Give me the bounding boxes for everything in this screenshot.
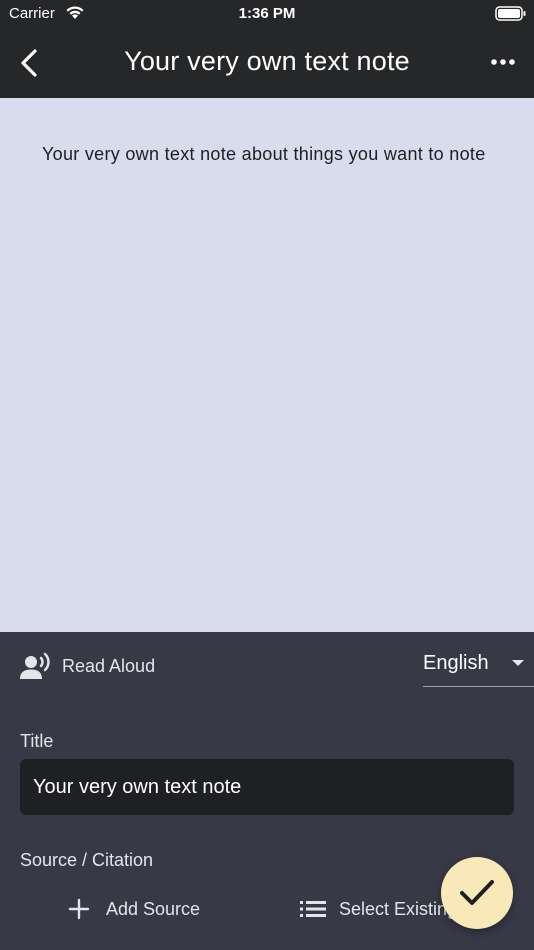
- read-aloud-label: Read Aloud: [62, 655, 156, 676]
- app-bar: Your very own text note: [0, 28, 534, 98]
- source-citation-label: Source / Citation: [20, 850, 154, 870]
- more-horizontal-icon: [491, 59, 515, 65]
- add-source-label: Add Source: [106, 898, 201, 919]
- list-icon: [300, 901, 326, 917]
- add-source-button[interactable]: Add Source: [68, 896, 200, 922]
- status-time: 1:36 PM: [238, 5, 296, 22]
- chevron-left-icon: [21, 49, 37, 77]
- save-fab-button[interactable]: [441, 857, 513, 929]
- language-select[interactable]: English: [423, 650, 534, 687]
- check-icon: [460, 880, 494, 905]
- select-existing-label: Select Existing: [339, 898, 458, 919]
- language-value: English: [423, 652, 489, 674]
- note-body-text: Your very own text note about things you…: [42, 144, 486, 164]
- title-input[interactable]: [20, 759, 514, 815]
- read-aloud-button[interactable]: Read Aloud: [20, 650, 155, 682]
- back-button[interactable]: [14, 46, 46, 80]
- status-bar: Carrier 1:36 PM: [0, 0, 534, 28]
- more-options-button[interactable]: [488, 52, 518, 76]
- speaker-person-icon: [20, 652, 50, 679]
- plus-icon: [68, 898, 90, 920]
- page-title: Your very own text note: [124, 46, 410, 76]
- note-content-area[interactable]: Your very own text note about things you…: [0, 98, 534, 632]
- caret-down-icon: [512, 660, 524, 666]
- select-existing-button[interactable]: Select Existing: [300, 896, 460, 922]
- battery-icon: [495, 6, 526, 21]
- title-field-label: Title: [20, 731, 54, 751]
